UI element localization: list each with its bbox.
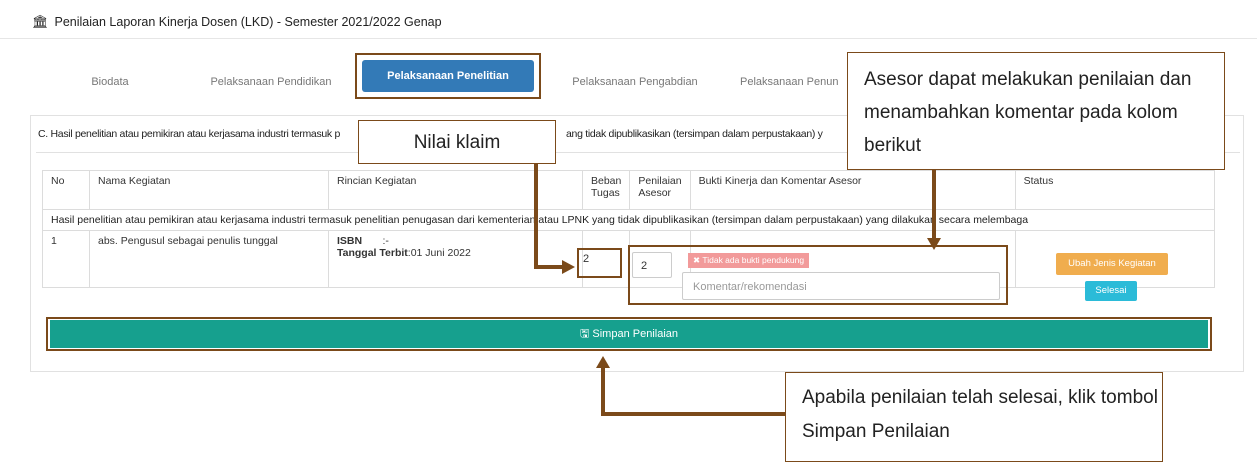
- arrow-asesor-line: [932, 170, 936, 240]
- asesor-highlight: [628, 245, 1008, 305]
- save-highlight: [46, 317, 1212, 351]
- tab-pelaksanaan-pengabdian[interactable]: Pelaksanaan Pengabdian: [560, 66, 710, 98]
- cell-no: 1: [42, 230, 90, 288]
- group-label: Hasil penelitian atau pemikiran atau ker…: [42, 209, 1215, 231]
- ubah-jenis-kegiatan-button[interactable]: Ubah Jenis Kegiatan: [1056, 253, 1168, 275]
- nilai-klaim-highlight: [577, 248, 622, 278]
- col-bukti-kinerja: Bukti Kinerja dan Komentar Asesor: [689, 170, 1016, 210]
- callout-asesor: Asesor dapat melakukan penilaian dan men…: [847, 52, 1225, 170]
- col-rincian-kegiatan: Rincian Kegiatan: [328, 170, 583, 210]
- table-group-row: Hasil penelitian atau pemikiran atau ker…: [42, 209, 1215, 231]
- section-title-end: ang tidak dipublikasikan (tersimpan dala…: [566, 128, 823, 140]
- arrow-nilai-horizontal: [534, 265, 564, 269]
- tanggal-terbit-value: :01 Juni 2022: [407, 247, 471, 259]
- col-status: Status: [1014, 170, 1216, 210]
- section-title-start: C. Hasil penelitian atau pemikiran atau …: [38, 128, 341, 140]
- institution-icon: 🏛: [32, 14, 49, 29]
- arrow-nilai-vertical: [534, 164, 538, 267]
- arrow-asesor-head: [927, 238, 941, 250]
- isbn-label: ISBN: [337, 235, 363, 247]
- cell-nama-kegiatan: abs. Pengusul sebagai penulis tunggal: [89, 230, 329, 288]
- callout-simpan: Apabila penilaian telah selesai, klik to…: [785, 372, 1163, 462]
- tab-pelaksanaan-penunjang[interactable]: Pelaksanaan Penun: [740, 66, 860, 98]
- section-title: C. Hasil penelitian atau pemikiran atau …: [38, 128, 340, 140]
- header-divider: [0, 38, 1257, 39]
- table-header-row: No Nama Kegiatan Rincian Kegiatan Beban …: [42, 170, 1216, 210]
- tab-highlight-box: [355, 53, 541, 99]
- tab-biodata[interactable]: Biodata: [70, 66, 150, 98]
- isbn-value: :-: [382, 235, 389, 247]
- tab-pelaksanaan-pendidikan[interactable]: Pelaksanaan Pendidikan: [196, 66, 346, 98]
- arrow-simpan-head: [596, 356, 610, 368]
- page-title: Penilaian Laporan Kinerja Dosen (LKD) - …: [54, 15, 442, 29]
- col-nama-kegiatan: Nama Kegiatan: [89, 170, 329, 210]
- selesai-button[interactable]: Selesai: [1085, 281, 1137, 301]
- arrow-simpan-vertical: [601, 366, 605, 414]
- arrow-nilai-head: [562, 260, 575, 274]
- tanggal-terbit-label: Tanggal Terbit: [337, 247, 408, 259]
- col-penilaian-asesor: Penilaian Asesor: [629, 170, 691, 210]
- col-no: No: [42, 170, 90, 210]
- arrow-simpan-horizontal: [601, 412, 785, 416]
- cell-rincian-kegiatan: ISBN :- Tanggal Terbit:01 Juni 2022: [328, 230, 583, 288]
- callout-nilai-klaim: Nilai klaim: [358, 120, 556, 164]
- col-beban-tugas: Beban Tugas: [581, 170, 631, 210]
- page-header: 🏛 Penilaian Laporan Kinerja Dosen (LKD) …: [32, 14, 442, 30]
